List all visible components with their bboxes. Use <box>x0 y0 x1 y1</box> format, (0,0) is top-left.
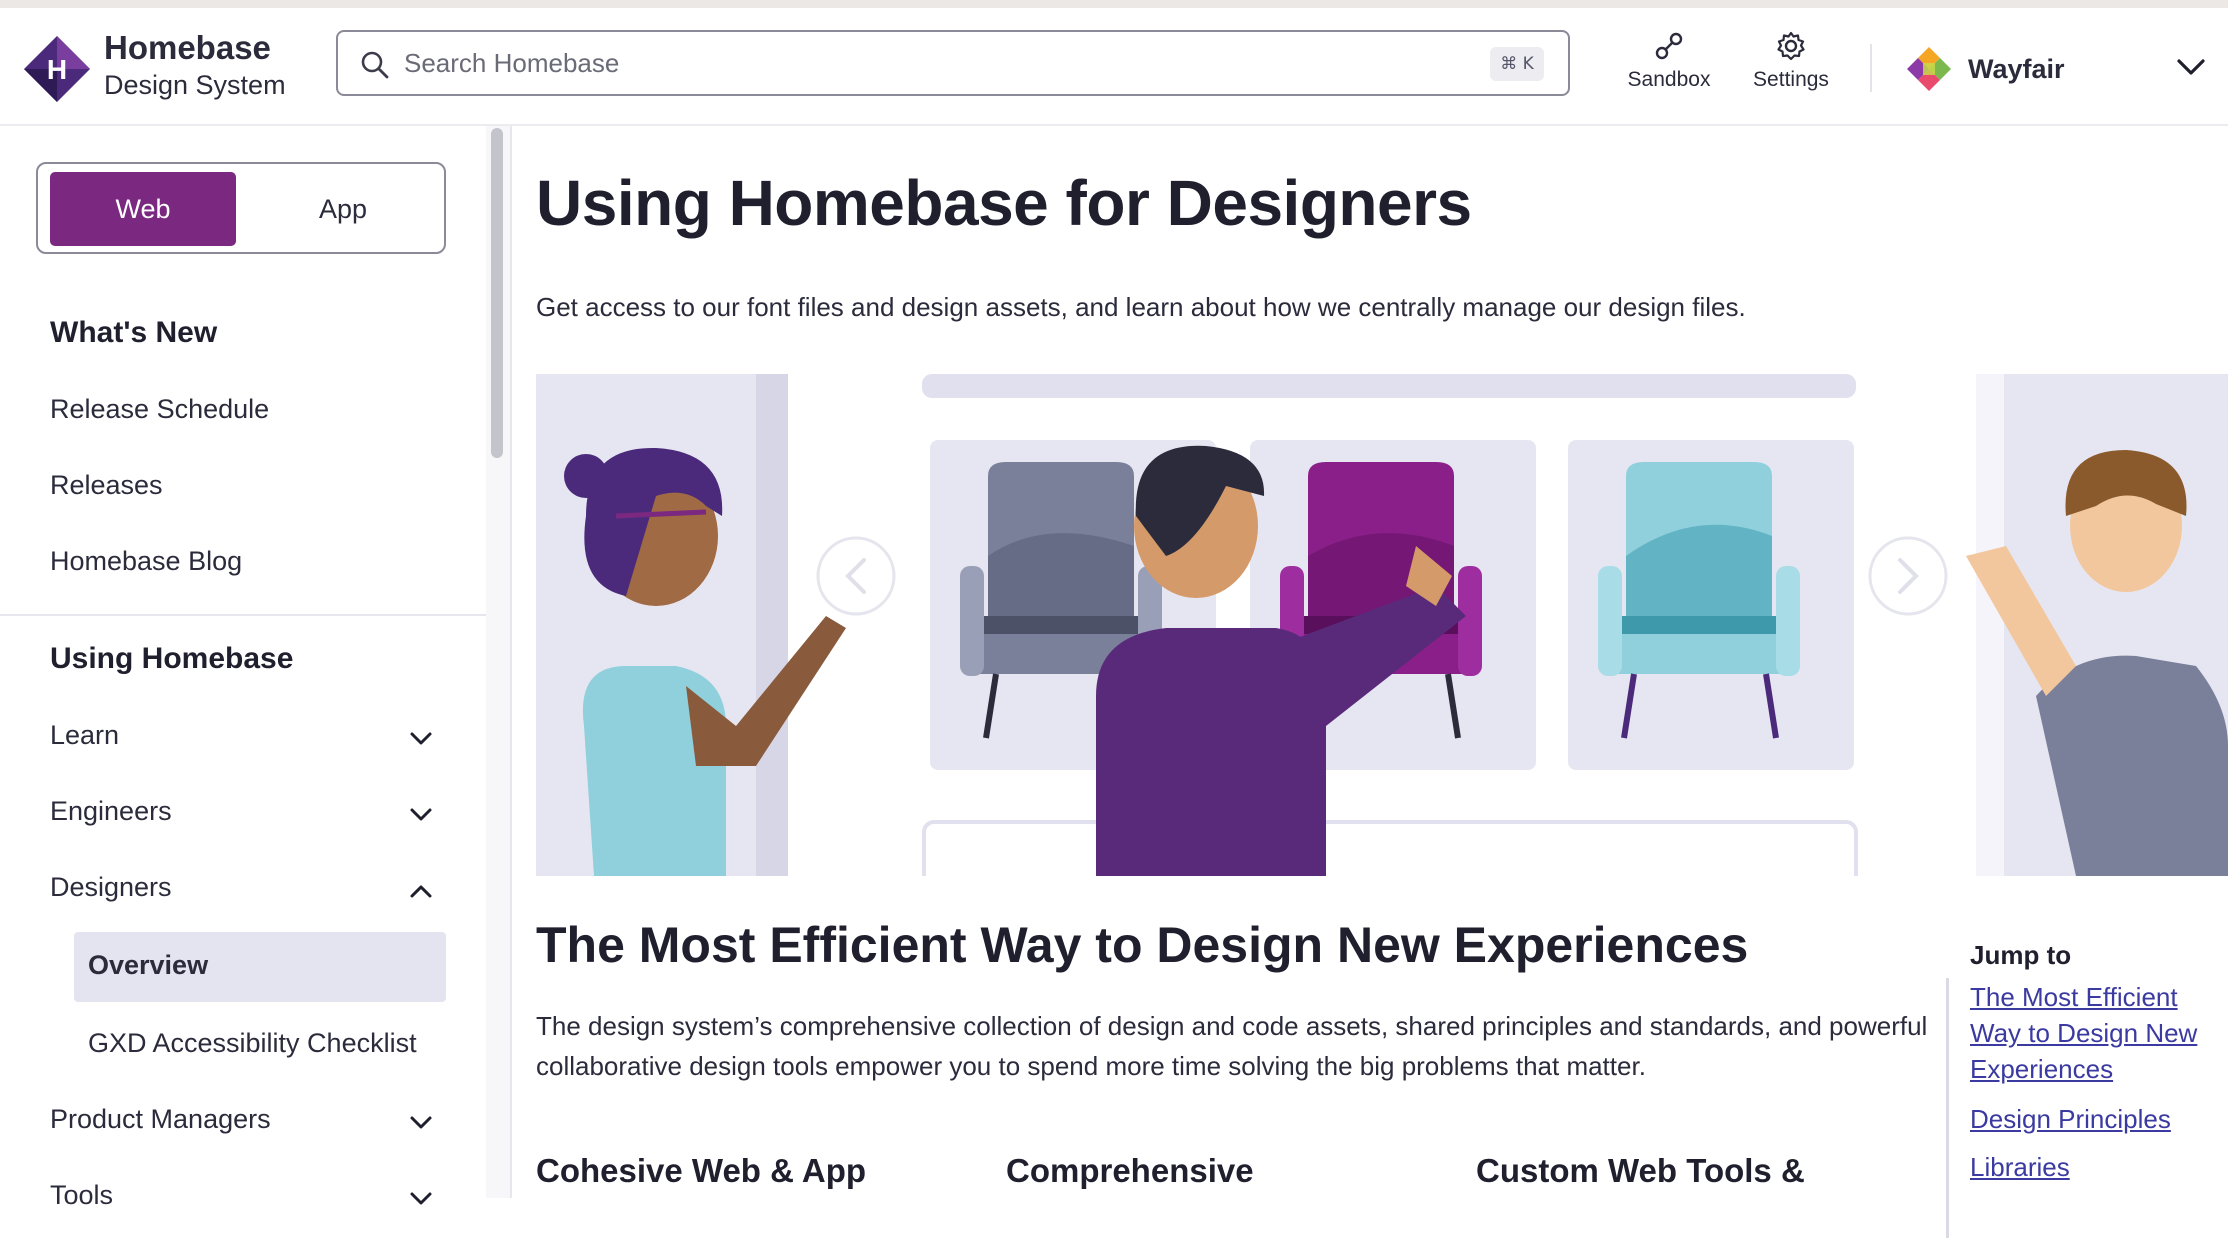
chevron-down-icon[interactable] <box>406 1184 436 1214</box>
search-input[interactable]: Search Homebase <box>404 48 619 79</box>
hero-illustration <box>536 374 2228 876</box>
homebase-logo-icon[interactable]: H <box>22 34 92 104</box>
svg-text:H: H <box>47 54 67 85</box>
sidebar-subitem-overview[interactable]: Overview <box>74 932 446 1002</box>
sidebar-divider <box>0 614 486 616</box>
carousel-prev-button[interactable] <box>818 538 894 614</box>
sidebar-nav: Web App What's New Release Schedule Rele… <box>0 126 486 1210</box>
top-strip <box>0 0 2228 8</box>
page-title: Using Homebase for Designers <box>536 167 1472 239</box>
chevron-down-icon[interactable] <box>406 724 436 754</box>
section-paragraph: The design system’s comprehensive collec… <box>536 1011 1928 1081</box>
jump-link-efficient-way[interactable]: The Most Efficient Way to Design New Exp… <box>1970 979 2228 1087</box>
section-heading-using-homebase: Using Homebase <box>50 642 294 675</box>
settings-label: Settings <box>1753 68 1829 91</box>
page-lede: Get access to our font files and design … <box>536 292 1746 322</box>
jump-to-title: Jump to <box>1970 940 2072 970</box>
chevron-up-icon[interactable] <box>406 876 436 906</box>
toggle-web[interactable]: Web <box>50 172 236 246</box>
platform-toggle: Web App <box>36 162 446 254</box>
sandbox-link-icon <box>1655 32 1683 60</box>
sandbox-label: Sandbox <box>1627 68 1711 91</box>
sidebar-item-homebase-blog[interactable]: Homebase Blog <box>50 546 242 577</box>
brand-lockup[interactable]: Homebase Design System <box>104 28 286 102</box>
column-heading-comprehensive: Comprehensive <box>1006 1152 1254 1189</box>
search-bar[interactable]: Search Homebase ⌘ K <box>336 30 1570 96</box>
header-divider <box>1870 44 1872 92</box>
brand-name: Homebase <box>104 29 271 66</box>
brand-subtitle: Design System <box>104 70 286 100</box>
sidebar-item-designers[interactable]: Designers <box>50 872 172 903</box>
sidebar-subitem-gxd-accessibility-checklist[interactable]: GXD Accessibility Checklist <box>88 1028 417 1059</box>
sidebar-item-product-managers[interactable]: Product Managers <box>50 1104 271 1135</box>
toggle-app[interactable]: App <box>250 172 436 246</box>
search-icon <box>361 51 389 79</box>
gear-icon <box>1777 31 1805 61</box>
jump-to-rail <box>1946 978 1949 1238</box>
chevron-down-icon[interactable] <box>2176 56 2206 78</box>
carousel-next-button[interactable] <box>1870 538 1946 614</box>
column-heading-custom-tools: Custom Web Tools & <box>1476 1152 1805 1189</box>
sidebar-subitem-overview-label: Overview <box>88 950 209 980</box>
sidebar-item-releases[interactable]: Releases <box>50 470 163 501</box>
settings-button[interactable]: Settings <box>1736 30 1846 92</box>
sidebar-item-tools[interactable]: Tools <box>50 1180 113 1211</box>
wayfair-logo-icon <box>1907 47 1951 91</box>
sidebar-scrollbar-thumb[interactable] <box>491 128 503 458</box>
sidebar-item-release-schedule[interactable]: Release Schedule <box>50 394 269 425</box>
section-heading-whats-new: What's New <box>50 316 218 349</box>
tenant-switcher[interactable]: Wayfair <box>1906 42 2226 98</box>
sidebar-item-learn[interactable]: Learn <box>50 720 119 751</box>
sidebar-item-engineers[interactable]: Engineers <box>50 796 172 827</box>
chevron-down-icon[interactable] <box>406 800 436 830</box>
jump-link-design-principles[interactable]: Design Principles <box>1970 1101 2228 1137</box>
sandbox-button[interactable]: Sandbox <box>1614 30 1724 92</box>
column-heading-cohesive: Cohesive Web & App <box>536 1152 867 1189</box>
jump-link-libraries[interactable]: Libraries <box>1970 1149 2228 1185</box>
keyboard-shortcut-badge: ⌘ K <box>1490 47 1544 81</box>
site-header: H Homebase Design System Search Homebase… <box>0 8 2228 126</box>
tenant-name: Wayfair <box>1968 54 2065 84</box>
chevron-down-icon[interactable] <box>406 1108 436 1138</box>
jump-to-nav: Jump to The Most Efficient Way to Design… <box>1946 940 2228 1238</box>
section-heading: The Most Efficient Way to Design New Exp… <box>536 917 1749 973</box>
